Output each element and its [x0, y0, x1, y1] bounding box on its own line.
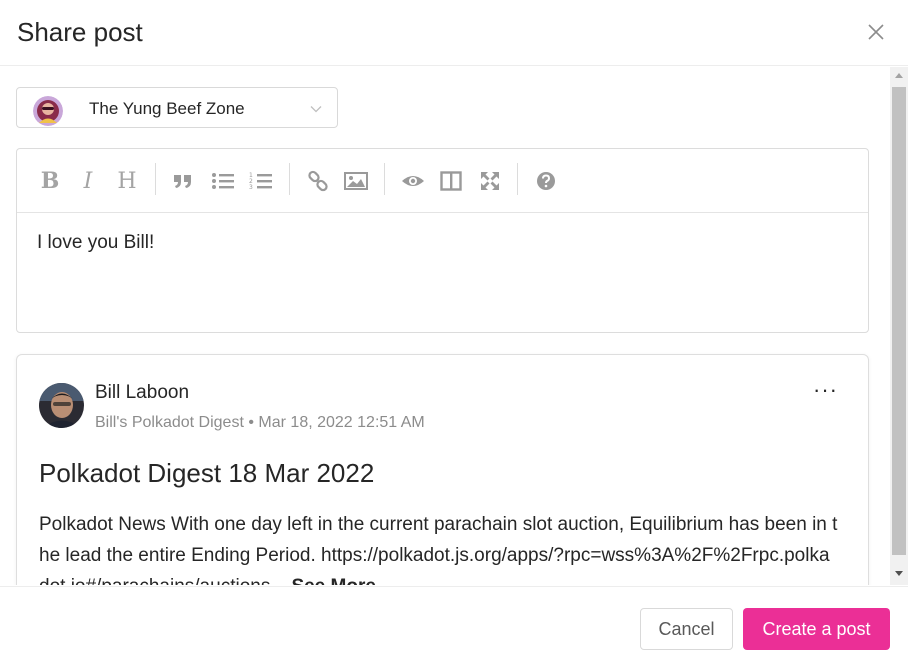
chevron-down-icon — [309, 102, 323, 116]
modal-footer: Cancel Create a post — [0, 586, 908, 663]
link-icon[interactable] — [305, 168, 331, 194]
editor-toolbar: B I H 123 — [17, 149, 868, 213]
modal-header: Share post — [0, 0, 908, 66]
post-date: Mar 18, 2022 12:51 AM — [258, 414, 425, 431]
help-icon[interactable] — [533, 168, 559, 194]
post-summary: Polkadot News With one day left in the c… — [39, 509, 839, 585]
markdown-editor: B I H 123 I love you Bill! — [16, 148, 869, 333]
quote-icon[interactable] — [170, 168, 196, 194]
italic-icon[interactable]: I — [75, 168, 101, 194]
space-avatar — [33, 96, 63, 126]
vertical-scrollbar[interactable] — [890, 67, 908, 585]
create-post-button[interactable]: Create a post — [743, 608, 890, 650]
scrollbar-thumb[interactable] — [892, 87, 906, 555]
ordered-list-icon[interactable]: 123 — [248, 168, 274, 194]
shared-post-card: Bill Laboon Bill's Polkadot Digest • Mar… — [16, 354, 869, 585]
image-icon[interactable] — [343, 168, 369, 194]
toolbar-divider — [384, 163, 385, 195]
scroll-down-arrow-icon[interactable] — [895, 571, 903, 576]
heading-icon[interactable]: H — [114, 168, 140, 194]
post-title[interactable]: Polkadot Digest 18 Mar 2022 — [39, 458, 374, 489]
bold-icon[interactable]: B — [37, 168, 63, 194]
more-options-icon[interactable]: ··· — [813, 377, 838, 403]
side-by-side-icon[interactable] — [438, 168, 464, 194]
space-select[interactable]: The Yung Beef Zone — [16, 87, 338, 128]
preview-icon[interactable] — [400, 168, 426, 194]
meta-separator: • — [248, 414, 254, 431]
cancel-button[interactable]: Cancel — [640, 608, 733, 650]
fullscreen-icon[interactable] — [477, 168, 503, 194]
scroll-up-arrow-icon[interactable] — [895, 73, 903, 78]
modal-title: Share post — [17, 17, 143, 47]
svg-text:3: 3 — [249, 184, 253, 191]
space-select-value: The Yung Beef Zone — [89, 99, 245, 118]
post-meta: Bill's Polkadot Digest • Mar 18, 2022 12… — [95, 414, 425, 432]
modal-body: The Yung Beef Zone B I H 123 I love you … — [0, 67, 890, 585]
post-space-name[interactable]: Bill's Polkadot Digest — [95, 414, 244, 431]
toolbar-divider — [155, 163, 156, 195]
unordered-list-icon[interactable] — [210, 168, 236, 194]
editor-content[interactable]: I love you Bill! — [37, 232, 154, 254]
post-summary-text: Polkadot News With one day left in the c… — [39, 514, 838, 585]
post-author-name[interactable]: Bill Laboon — [95, 382, 189, 404]
author-avatar[interactable] — [39, 383, 84, 428]
close-icon[interactable] — [864, 20, 888, 44]
toolbar-divider — [289, 163, 290, 195]
see-more-link[interactable]: See More — [291, 576, 375, 585]
toolbar-divider — [517, 163, 518, 195]
